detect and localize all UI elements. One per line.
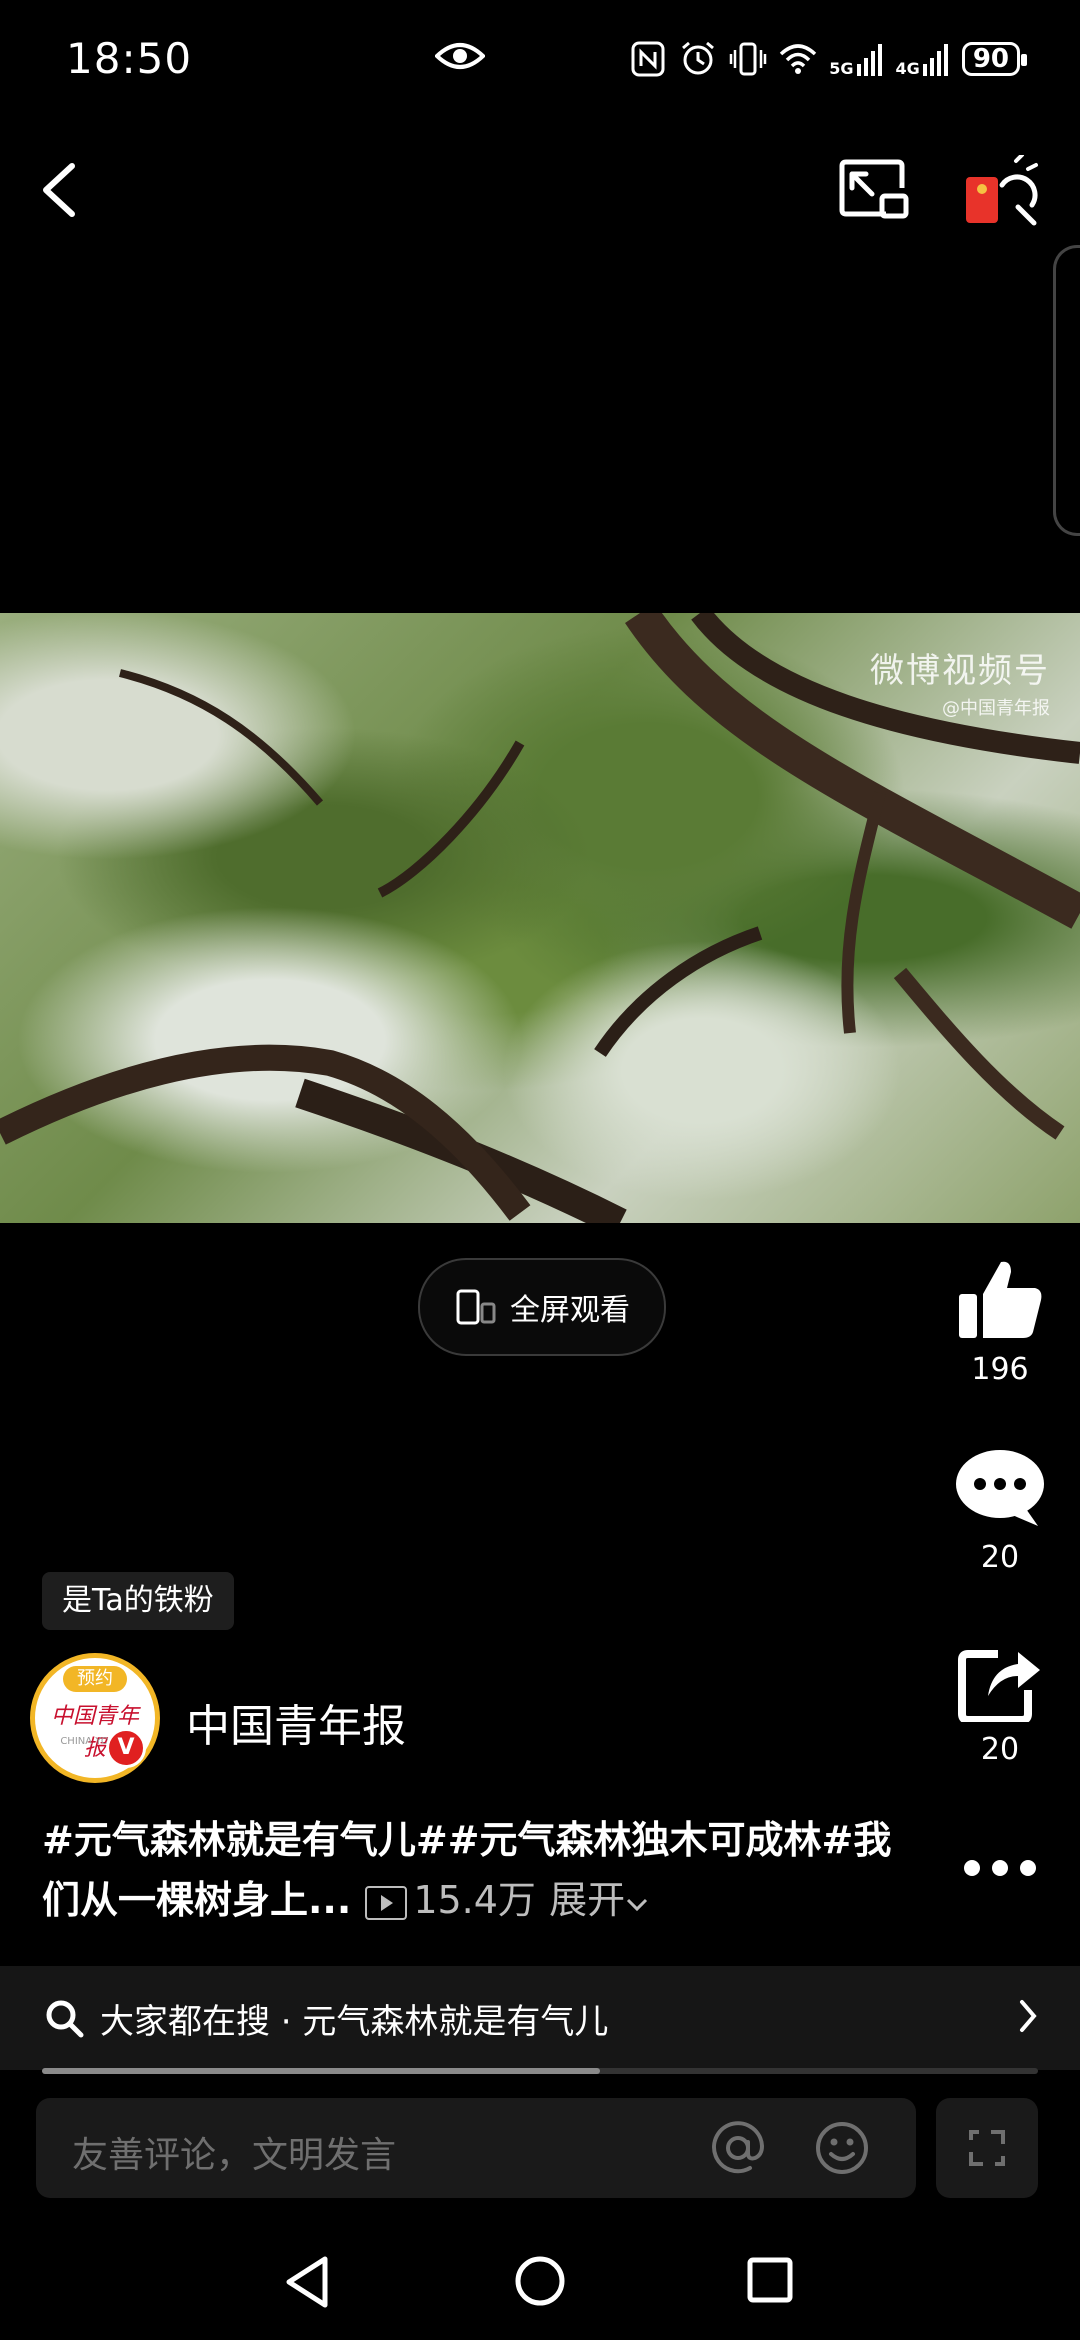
expand-icon: [969, 2130, 1005, 2166]
nav-back-icon[interactable]: [283, 2255, 333, 2309]
account-avatar[interactable]: 预约 中国青年报 CHINA YOUTH: [30, 1653, 160, 1783]
vibrate-icon: [730, 42, 767, 76]
mention-icon[interactable]: [710, 2120, 766, 2176]
signal-4g: 4G: [895, 42, 950, 78]
trending-search-bar[interactable]: 大家都在搜 · 元气森林就是有气儿: [0, 1966, 1080, 2070]
chevron-down-icon: [627, 1898, 648, 1912]
signal-bars-icon: [922, 44, 948, 76]
account-name[interactable]: 中国青年报: [186, 1690, 406, 1754]
network-4g-label: 4G: [895, 59, 920, 78]
network-5g-label: 5G: [829, 59, 854, 78]
picture-in-picture-icon[interactable]: [838, 158, 910, 222]
signal-bars-icon: [856, 44, 882, 76]
emoji-icon[interactable]: [814, 2120, 870, 2176]
share-button[interactable]: 20: [940, 1644, 1060, 1767]
watermark-account: @中国青年报: [942, 698, 1050, 719]
comment-button[interactable]: 20: [940, 1446, 1060, 1575]
trending-search-text: 大家都在搜 · 元气森林就是有气儿: [100, 2001, 609, 2042]
battery-indicator: 90: [961, 42, 1028, 76]
verified-badge: V: [106, 1728, 146, 1768]
eye-comfort-icon: [435, 43, 485, 69]
nav-recent-apps-icon[interactable]: [746, 2256, 794, 2304]
status-icons: 5G 4G 90: [629, 32, 1028, 86]
side-panel-handle[interactable]: [1053, 245, 1080, 536]
like-button[interactable]: 196: [940, 1258, 1060, 1387]
avatar-ribbon: 预约: [63, 1666, 127, 1692]
view-count: 15.4万: [413, 1878, 536, 1922]
fan-badge: 是Ta的铁粉: [42, 1572, 234, 1630]
alarm-icon: [682, 41, 715, 75]
expand-label: 展开: [549, 1878, 626, 1922]
nfc-icon: [631, 41, 665, 77]
video-player[interactable]: 微博视频号 @中国青年报: [0, 613, 1080, 1223]
expand-comment-button[interactable]: [936, 2098, 1038, 2198]
signal-5g: 5G: [829, 42, 883, 78]
video-progress-bar[interactable]: [42, 2068, 1038, 2074]
fullscreen-button[interactable]: 全屏观看: [418, 1258, 666, 1356]
red-packet-share-icon[interactable]: [962, 155, 1040, 227]
comment-input[interactable]: 友善评论，文明发言: [36, 2098, 916, 2198]
battery-level: 90: [972, 44, 1009, 74]
chevron-right-icon: [1020, 2000, 1037, 2032]
share-icon: [958, 1650, 1040, 1724]
nav-home-icon[interactable]: [514, 2255, 566, 2307]
comment-count: 20: [980, 1540, 1020, 1575]
status-time: 18:50: [66, 34, 193, 83]
rotate-screen-icon: [456, 1289, 496, 1325]
play-count-icon: [365, 1885, 408, 1920]
share-count: 20: [980, 1732, 1020, 1767]
video-watermark: 微博视频号 @中国青年报: [870, 643, 1050, 720]
like-count: 196: [971, 1352, 1029, 1387]
expand-link[interactable]: 展开: [549, 1878, 649, 1922]
back-arrow-icon[interactable]: [36, 160, 80, 220]
comment-placeholder: 友善评论，文明发言: [72, 2135, 397, 2176]
video-progress-fill: [42, 2068, 600, 2074]
status-bar: 18:50 5G 4G 90: [0, 0, 1080, 120]
more-options-icon[interactable]: [960, 1855, 1040, 1881]
fullscreen-label: 全屏观看: [510, 1293, 630, 1328]
wifi-icon: [780, 44, 817, 74]
watermark-title: 微博视频号: [870, 651, 1050, 691]
comment-bubble-icon: [956, 1450, 1044, 1526]
video-caption[interactable]: #元气森林就是有气儿##元气森林独木可成林#我们从一棵树身上... 15.4万 展…: [42, 1810, 902, 1930]
thumbs-up-icon: [959, 1261, 1042, 1338]
search-icon: [46, 2000, 84, 2038]
